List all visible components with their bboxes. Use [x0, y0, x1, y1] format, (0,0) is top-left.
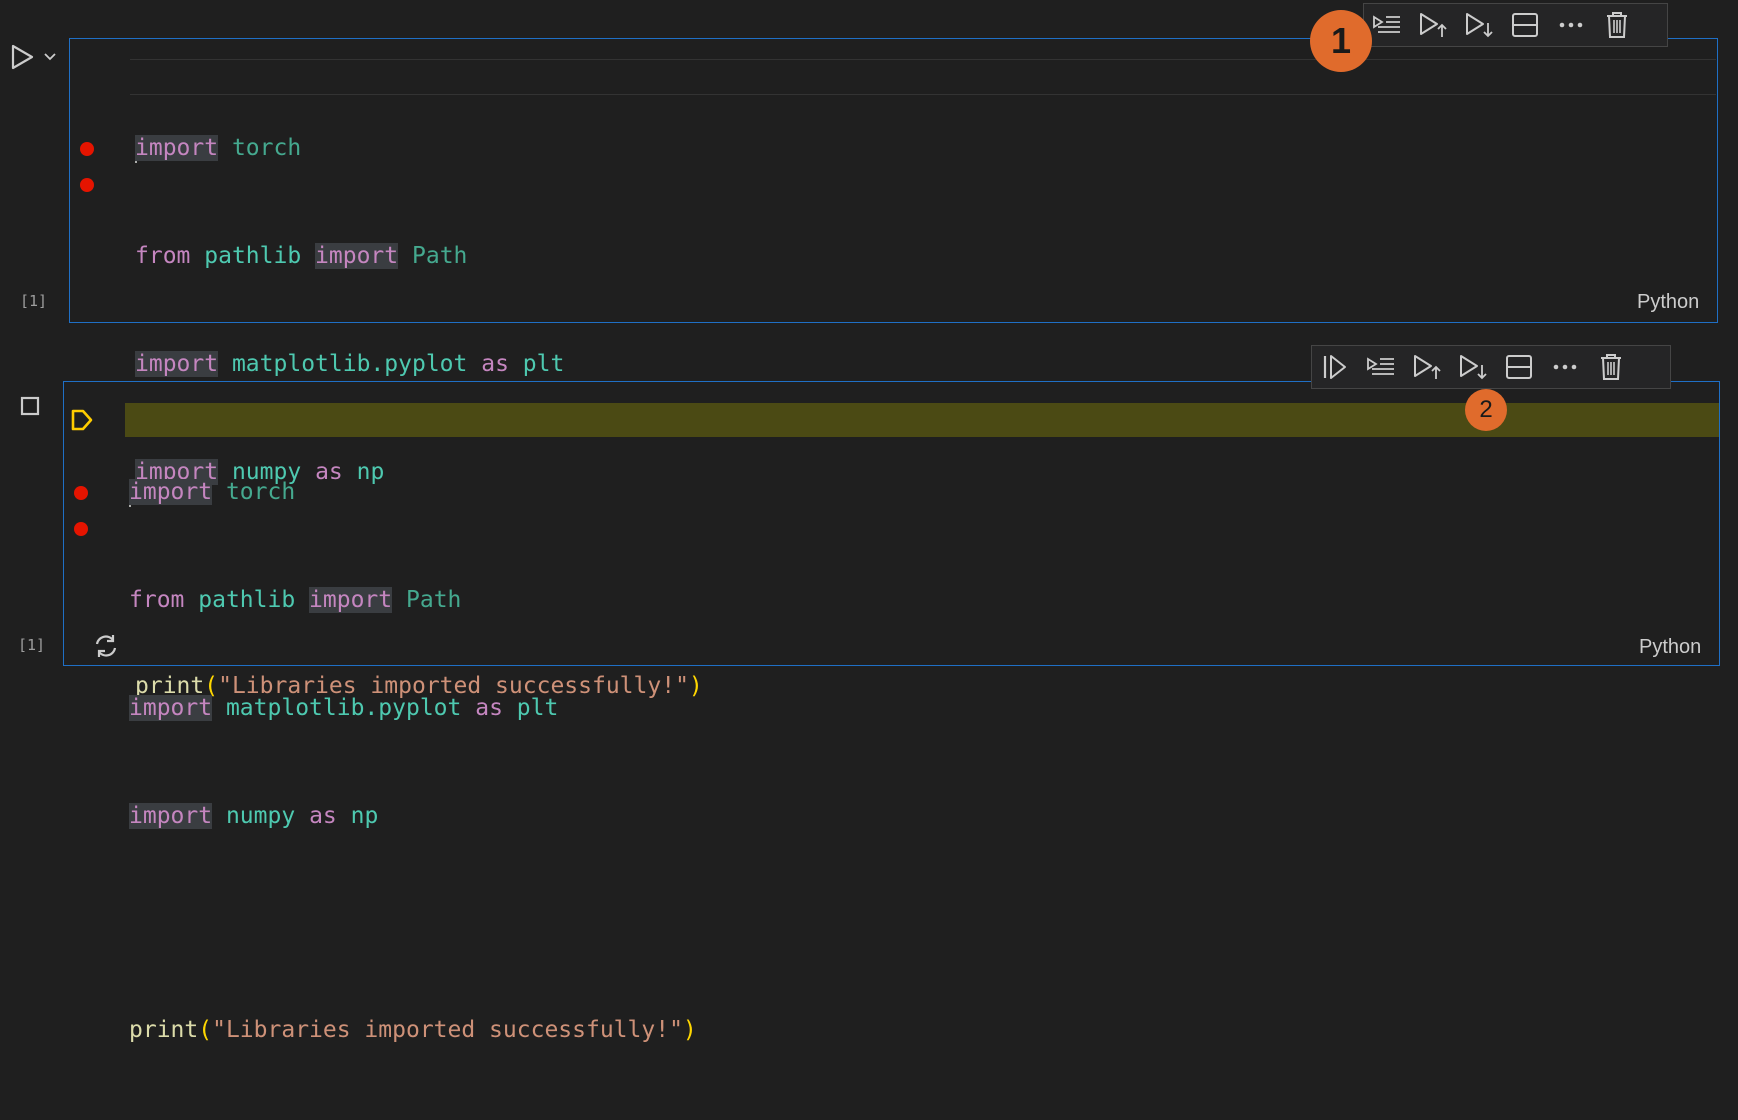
keyword: from — [129, 587, 185, 613]
alias-name: plt — [516, 695, 559, 721]
cell-1-toolbar — [1363, 3, 1668, 47]
split-cell-button[interactable] — [1502, 3, 1548, 47]
trash-icon — [1601, 354, 1621, 380]
execute-above-and-below-icon — [1367, 357, 1394, 375]
module-name: pathlib — [204, 243, 302, 269]
code-line: print("Libraries imported successfully!"… — [129, 1012, 697, 1048]
code-line: import torch — [129, 474, 697, 510]
run-below-icon — [1466, 13, 1493, 38]
run-above-icon — [1414, 355, 1441, 379]
run-below-button[interactable] — [1456, 3, 1502, 47]
string-literal: "Libraries imported successfully!" — [212, 1017, 683, 1043]
keyword: import — [129, 695, 213, 721]
class-name: Path — [406, 587, 462, 613]
code-line: from pathlib import Path — [135, 238, 703, 274]
keyword: import — [135, 135, 219, 161]
run-options-dropdown[interactable] — [42, 48, 58, 64]
code-line: import torch — [135, 130, 703, 166]
run-above-icon — [1420, 13, 1447, 37]
function-name: print — [129, 1017, 199, 1043]
module-name: torch — [231, 135, 302, 161]
executing-spinner — [92, 632, 120, 660]
keyword: import — [135, 351, 219, 377]
keyword: import — [129, 479, 213, 505]
keyword: from — [135, 243, 191, 269]
more-actions-button[interactable] — [1542, 345, 1588, 389]
run-cell-button[interactable] — [8, 42, 38, 72]
alias-name: plt — [522, 351, 565, 377]
language-label[interactable]: Python — [1639, 636, 1701, 659]
callout-badge-2: 2 — [1465, 389, 1507, 431]
language-label[interactable]: Python — [1637, 291, 1699, 314]
stop-icon — [20, 396, 40, 416]
keyword: as — [481, 351, 509, 377]
execute-above-and-below-button[interactable] — [1358, 345, 1404, 389]
split-cell-button[interactable] — [1496, 345, 1542, 389]
execute-above-and-below-icon — [1373, 15, 1400, 33]
run-above-button[interactable] — [1404, 345, 1450, 389]
breakpoint-dot[interactable] — [74, 486, 88, 500]
breakpoint-dot[interactable] — [74, 522, 88, 536]
debug-current-line-marker — [70, 408, 94, 432]
run-by-line-button[interactable] — [1312, 345, 1358, 389]
module-name: matplotlib.pyplot — [225, 695, 462, 721]
sync-icon — [95, 635, 117, 657]
callout-badge-1: 1 — [1310, 10, 1372, 72]
code-line: import numpy as np — [129, 798, 697, 834]
keyword: import — [129, 803, 213, 829]
delete-cell-button[interactable] — [1594, 3, 1640, 47]
module-name: numpy — [225, 803, 296, 829]
delete-cell-button[interactable] — [1588, 345, 1634, 389]
split-cell-icon — [1512, 13, 1538, 37]
more-actions-button[interactable] — [1548, 3, 1594, 47]
paren: ) — [682, 1017, 697, 1043]
cell-2-code[interactable]: import torch from pathlib import Path im… — [129, 402, 697, 1120]
execution-count: [1] — [18, 636, 46, 654]
more-actions-icon — [1559, 22, 1583, 28]
class-name: Path — [412, 243, 468, 269]
keyword: as — [475, 695, 503, 721]
more-actions-icon — [1553, 364, 1577, 370]
paren: ( — [198, 1017, 213, 1043]
code-line: import matplotlib.pyplot as plt — [129, 690, 697, 726]
run-below-button[interactable] — [1450, 345, 1496, 389]
chevron-down-icon — [44, 53, 56, 61]
trash-icon — [1607, 12, 1627, 38]
module-name: torch — [225, 479, 296, 505]
code-line: from pathlib import Path — [129, 582, 697, 618]
execution-count: [1] — [20, 292, 48, 310]
code-line: import matplotlib.pyplot as plt — [135, 346, 703, 382]
breakpoint-dot[interactable] — [80, 178, 94, 192]
run-below-icon — [1460, 355, 1487, 380]
module-name: matplotlib.pyplot — [231, 351, 468, 377]
keyword: import — [309, 587, 393, 613]
debug-arrow-icon — [71, 409, 93, 431]
alias-name: np — [350, 803, 379, 829]
split-cell-icon — [1506, 355, 1532, 379]
cell-2-toolbar — [1311, 345, 1671, 389]
run-above-button[interactable] — [1410, 3, 1456, 47]
run-by-line-icon — [1323, 355, 1346, 379]
play-icon — [11, 44, 34, 70]
keyword: import — [315, 243, 399, 269]
breakpoint-dot[interactable] — [80, 142, 94, 156]
keyword: as — [309, 803, 337, 829]
stop-execution-button[interactable] — [20, 396, 40, 416]
module-name: pathlib — [198, 587, 296, 613]
